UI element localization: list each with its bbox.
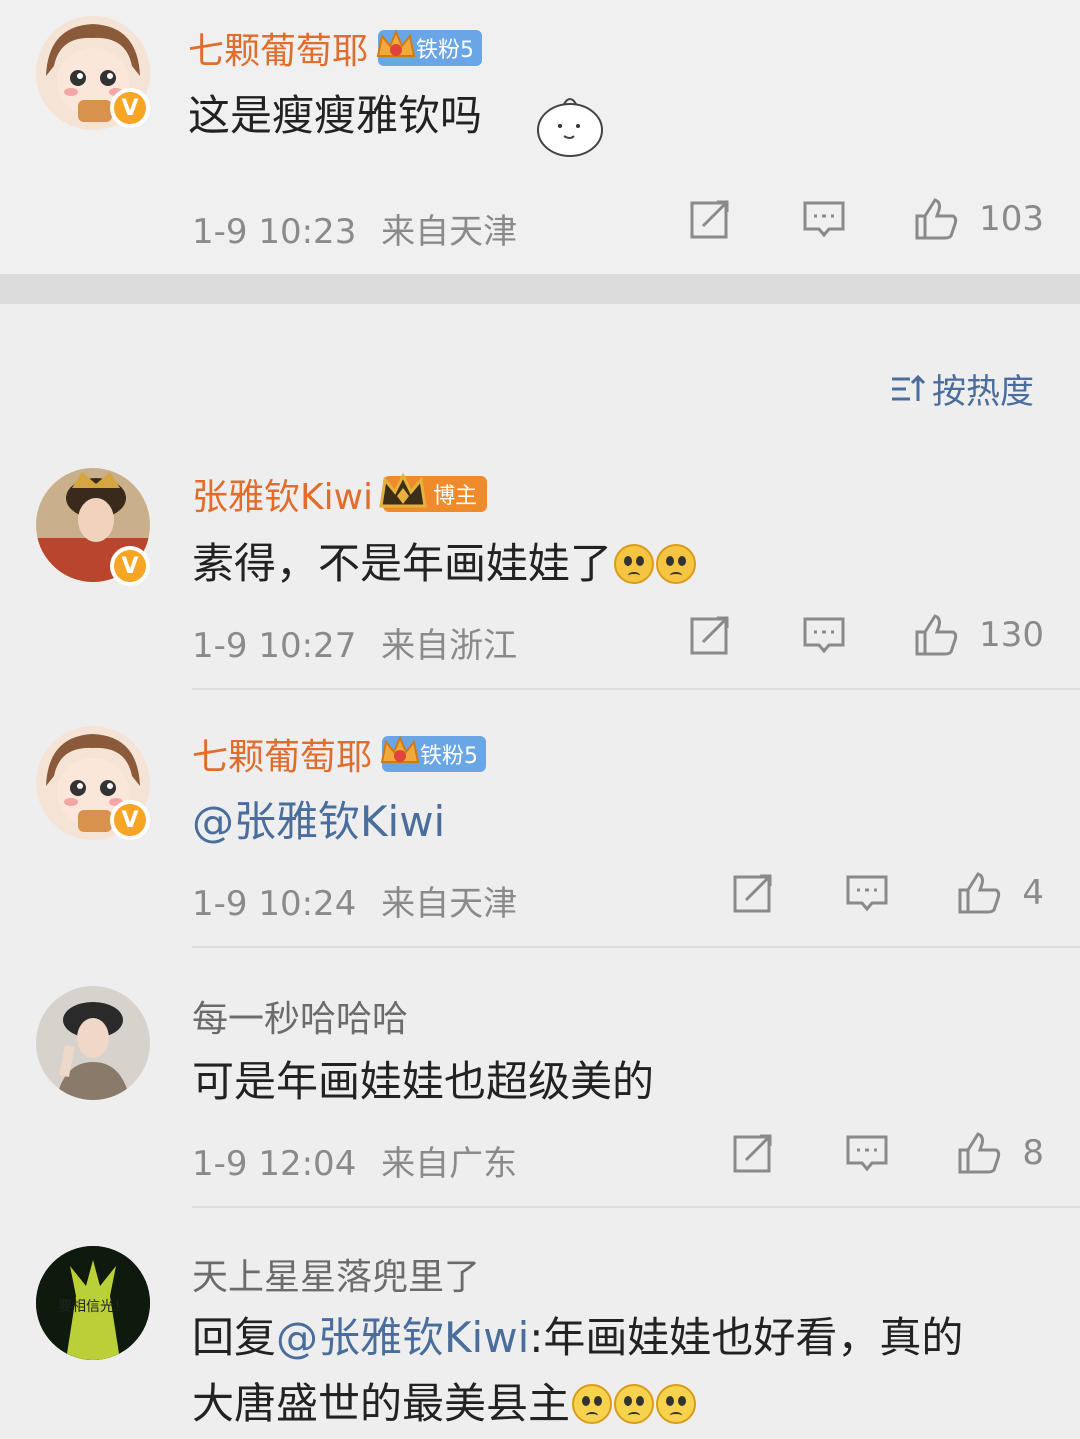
thumbs-up-icon bbox=[915, 198, 958, 240]
fan-level-label: 铁粉5 bbox=[420, 744, 479, 769]
comment-username[interactable]: 张雅钦Kiwi 博主 bbox=[192, 468, 488, 520]
comment-bubble-icon bbox=[846, 1135, 888, 1172]
comment-separator bbox=[192, 1206, 1080, 1208]
sort-icon bbox=[892, 374, 926, 401]
comment-time: 1-9 12:04 bbox=[192, 1144, 357, 1184]
like-count: 8 bbox=[1022, 1133, 1044, 1173]
comment-location: 来自浙江 bbox=[381, 626, 518, 666]
like-count: 4 bbox=[1022, 873, 1044, 913]
comment-text: 这是瘦瘦雅钦吗 bbox=[188, 91, 483, 140]
reply-button[interactable] bbox=[844, 1130, 890, 1176]
fan-level-label: 铁粉5 bbox=[416, 38, 475, 63]
repost-button[interactable] bbox=[687, 196, 733, 242]
username-text[interactable]: 七颗葡萄耶 bbox=[192, 728, 372, 780]
comment-username[interactable]: 天上星星落兜里了 bbox=[192, 1248, 480, 1300]
avatar-photo-image bbox=[36, 986, 150, 1100]
repost-icon bbox=[733, 874, 772, 913]
comment-separator bbox=[192, 688, 1080, 690]
crying-face-emoji-icon bbox=[614, 1384, 655, 1424]
author-badge-label: 博主 bbox=[433, 484, 478, 509]
sort-label: 按热度 bbox=[932, 372, 1034, 412]
comment-actions: 103 bbox=[687, 196, 1044, 242]
reply-button[interactable] bbox=[801, 196, 847, 242]
section-divider bbox=[0, 274, 1080, 304]
comment-time: 1-9 10:27 bbox=[192, 626, 357, 666]
avatar[interactable] bbox=[36, 986, 150, 1100]
crying-face-emoji-icon bbox=[656, 1384, 697, 1424]
verified-badge-icon: V bbox=[110, 546, 150, 586]
comment-actions: 4 bbox=[730, 870, 1044, 916]
reply-button[interactable] bbox=[801, 612, 847, 658]
comment-location: 来自天津 bbox=[381, 212, 518, 252]
repost-icon bbox=[733, 1134, 772, 1173]
avatar[interactable]: 要相信光！ bbox=[36, 1246, 150, 1360]
comment-meta: 1-9 10:24 来自天津 bbox=[192, 876, 517, 925]
comment-text: 素得，不是年画娃娃了 bbox=[192, 530, 697, 591]
like-count: 103 bbox=[979, 199, 1044, 239]
comment-time: 1-9 10:24 bbox=[192, 884, 357, 924]
crown-icon bbox=[379, 472, 427, 508]
comment-bubble-icon bbox=[803, 617, 845, 654]
username-text[interactable]: 七颗葡萄耶 bbox=[188, 22, 368, 74]
comment-username[interactable]: 七颗葡萄耶 铁粉5 bbox=[188, 22, 483, 74]
comment-meta: 1-9 12:04 来自广东 bbox=[192, 1136, 517, 1185]
user-mention-link[interactable]: @张雅钦Kiwi bbox=[192, 797, 445, 846]
crown-icon bbox=[380, 735, 420, 763]
reply-prefix: 回复 bbox=[192, 1313, 277, 1362]
comment-text-body: 素得，不是年画娃娃了 bbox=[192, 539, 613, 588]
user-mention-link[interactable]: @张雅钦Kiwi bbox=[276, 1313, 529, 1362]
comment-text: 可是年画娃娃也超级美的 bbox=[192, 1057, 655, 1106]
sort-by-hot-button[interactable]: 按热度 bbox=[890, 364, 1034, 413]
repost-button[interactable] bbox=[730, 870, 776, 916]
comment-text: @张雅钦Kiwi bbox=[192, 788, 445, 849]
like-button[interactable]: 103 bbox=[913, 196, 1044, 242]
comment-bubble-icon bbox=[846, 875, 888, 912]
fan-level-badge[interactable]: 铁粉5 bbox=[376, 29, 483, 66]
comment-list: 按热度 V 张雅钦Kiwi 博主 素得，不是年画娃娃了 1-9 10:27 来自… bbox=[0, 304, 1080, 1439]
thumbs-up-icon bbox=[958, 1132, 1001, 1174]
author-badge[interactable]: 博主 bbox=[379, 472, 488, 512]
comment-meta: 1-9 10:27 来自浙江 bbox=[192, 618, 517, 667]
reply-button[interactable] bbox=[844, 870, 890, 916]
verified-badge-icon: V bbox=[110, 800, 150, 840]
comment-location: 来自天津 bbox=[381, 884, 518, 924]
comment-text-line: 大唐盛世的最美县主 bbox=[192, 1379, 571, 1428]
comment-actions: 8 bbox=[730, 1130, 1044, 1176]
crown-icon bbox=[376, 29, 416, 57]
like-button[interactable]: 4 bbox=[956, 870, 1044, 916]
repost-button[interactable] bbox=[687, 612, 733, 658]
comment-time: 1-9 10:23 bbox=[192, 212, 357, 252]
repost-icon bbox=[690, 200, 729, 239]
username-text[interactable]: 张雅钦Kiwi bbox=[192, 468, 373, 520]
username-text[interactable]: 天上星星落兜里了 bbox=[192, 1248, 480, 1300]
comment-bubble-icon bbox=[803, 201, 845, 238]
comment-text-line: :年画娃娃也好看，真的 bbox=[529, 1313, 964, 1362]
fan-level-badge[interactable]: 铁粉5 bbox=[380, 735, 487, 772]
repost-button[interactable] bbox=[730, 1130, 776, 1176]
repost-icon bbox=[690, 616, 729, 655]
comment-card-top: V 七颗葡萄耶 铁粉5 这是瘦瘦雅钦吗 1-9 10:23 来自天津 103 bbox=[0, 0, 1080, 274]
comment-text-second-line: 大唐盛世的最美县主 bbox=[192, 1370, 697, 1431]
comment-meta: 1-9 10:23 来自天津 bbox=[192, 204, 517, 253]
comment-text: 回复@张雅钦Kiwi:年画娃娃也好看，真的 bbox=[192, 1304, 963, 1365]
comment-username[interactable]: 七颗葡萄耶 铁粉5 bbox=[192, 728, 487, 780]
comment-location: 来自广东 bbox=[381, 1144, 518, 1184]
comment-username[interactable]: 每一秒哈哈哈 bbox=[192, 990, 408, 1042]
like-button[interactable]: 8 bbox=[956, 1130, 1044, 1176]
comment-actions: 130 bbox=[687, 612, 1044, 658]
username-text[interactable]: 每一秒哈哈哈 bbox=[192, 990, 408, 1042]
comment-separator bbox=[192, 946, 1080, 948]
like-count: 130 bbox=[979, 615, 1044, 655]
pleading-face-emoji-icon bbox=[656, 544, 697, 584]
thumbs-up-icon bbox=[915, 614, 958, 656]
pleading-face-emoji-icon bbox=[614, 544, 655, 584]
avatar-caption: 要相信光！ bbox=[58, 1299, 128, 1315]
verified-badge-icon: V bbox=[110, 88, 150, 128]
crying-face-emoji-icon bbox=[572, 1384, 613, 1424]
bun-sticker-icon bbox=[537, 98, 603, 157]
thumbs-up-icon bbox=[958, 872, 1001, 914]
like-button[interactable]: 130 bbox=[913, 612, 1044, 658]
